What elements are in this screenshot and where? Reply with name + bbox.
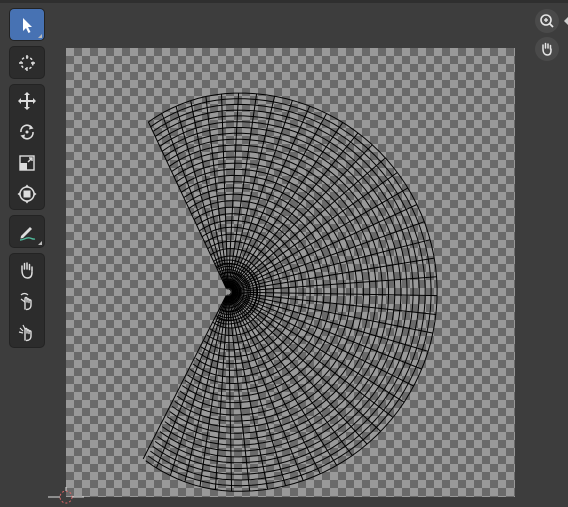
mesh-spoke — [231, 204, 418, 291]
tool-options-corner[interactable] — [38, 34, 42, 38]
zoom-icon — [540, 14, 554, 28]
annotate-tool-button[interactable] — [10, 216, 44, 247]
tool-options-corner[interactable] — [38, 241, 42, 245]
select-box-tool-button[interactable] — [10, 9, 44, 40]
pan-button[interactable] — [535, 37, 559, 61]
tool-group-2 — [9, 46, 45, 79]
transform-icon — [17, 184, 37, 203]
rotate-icon — [20, 123, 34, 140]
mesh-spoke — [229, 295, 304, 481]
move-icon — [18, 91, 36, 110]
pinch-icon — [18, 324, 32, 341]
mesh-spoke — [229, 295, 321, 475]
mesh-spoke — [142, 295, 227, 460]
scale-icon — [19, 154, 35, 171]
mesh-spoke — [231, 276, 437, 293]
tool-group-1 — [9, 8, 45, 41]
uv-editor-viewport[interactable] — [0, 0, 568, 507]
mesh-spoke — [230, 132, 359, 290]
cursor-icon — [19, 54, 35, 71]
select-box-icon — [23, 17, 32, 33]
tool-group-4 — [9, 215, 45, 248]
rotate-tool-button[interactable] — [10, 116, 44, 147]
relax-tool-button[interactable] — [10, 285, 44, 316]
mesh-spoke — [231, 291, 438, 297]
mesh-spoke — [230, 144, 373, 290]
zoom-button[interactable] — [535, 9, 559, 33]
tool-group-3 — [9, 84, 45, 210]
mesh-spoke — [227, 295, 251, 492]
scale-tool-button[interactable] — [10, 147, 44, 178]
2d-cursor-icon[interactable] — [48, 483, 88, 507]
cursor-tool-button[interactable] — [10, 47, 44, 78]
transform-tool-button[interactable] — [10, 178, 44, 209]
mesh-spoke — [231, 291, 436, 315]
pinch-tool-button[interactable] — [10, 316, 44, 347]
relax-icon — [20, 292, 32, 310]
uv-mesh-wireframe[interactable] — [0, 0, 568, 507]
mesh-edges — [142, 92, 438, 492]
move-tool-button[interactable] — [10, 85, 44, 116]
grab-icon — [21, 261, 33, 279]
mesh-spoke — [227, 295, 233, 492]
mesh-inner-ring — [226, 288, 232, 296]
tool-shelf — [9, 8, 45, 353]
annotate-icon — [19, 226, 36, 241]
pan-hand-icon — [542, 42, 552, 56]
navigation-expand-arrow[interactable] — [564, 17, 568, 25]
mesh-spoke — [230, 294, 394, 418]
grab-tool-button[interactable] — [10, 254, 44, 285]
tool-group-5 — [9, 253, 45, 348]
